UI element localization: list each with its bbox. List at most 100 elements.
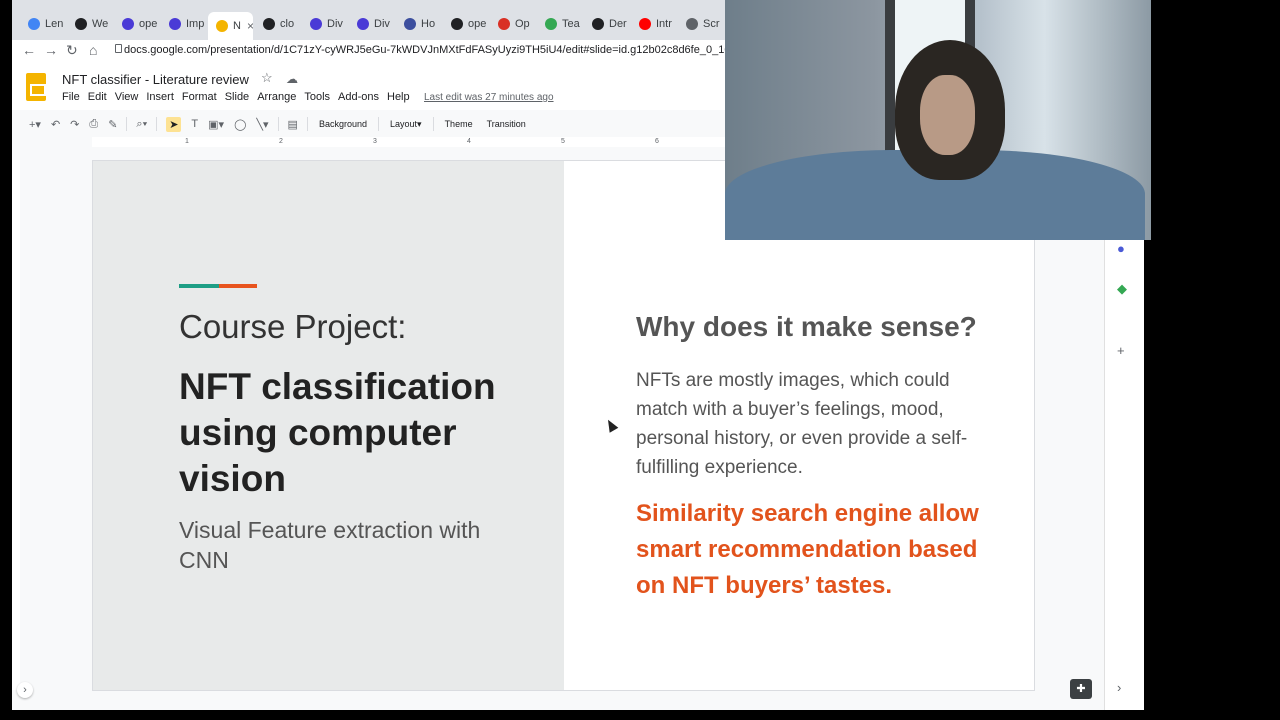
- tab-favicon-icon: [592, 18, 604, 30]
- chevron-right-icon[interactable]: ›: [1117, 680, 1121, 695]
- layout-button[interactable]: Layout▾: [390, 119, 422, 130]
- tab-label: Der: [609, 18, 627, 30]
- maps-icon[interactable]: ◆: [1117, 281, 1127, 297]
- star-icon[interactable]: ☆: [261, 70, 273, 86]
- theme-button[interactable]: Theme: [445, 119, 473, 129]
- slide-title[interactable]: NFT classification using computer vision: [179, 364, 529, 502]
- accent-bar: [179, 284, 257, 288]
- menu-item-view[interactable]: View: [115, 91, 139, 103]
- zoom-icon[interactable]: ⌕▾: [136, 118, 147, 131]
- tab-favicon-icon: [169, 18, 181, 30]
- tab-favicon-icon: [404, 18, 416, 30]
- line-icon[interactable]: ╲▾: [256, 118, 268, 131]
- menu-item-tools[interactable]: Tools: [304, 91, 330, 103]
- browser-tab[interactable]: Imp: [161, 13, 206, 35]
- tab-favicon-icon: [357, 18, 369, 30]
- tab-favicon-icon: [122, 18, 134, 30]
- toolbar-divider: [378, 117, 379, 131]
- browser-tab[interactable]: ope: [443, 13, 488, 35]
- reload-icon[interactable]: ↻: [66, 41, 78, 59]
- browser-tab[interactable]: ope: [114, 13, 159, 35]
- tab-label: Scr: [703, 18, 720, 30]
- tab-label: Ho: [421, 18, 436, 30]
- ruler-number: 4: [467, 138, 471, 145]
- browser-tab[interactable]: Tea: [537, 13, 582, 35]
- tab-label: Intr: [656, 18, 672, 30]
- explore-icon[interactable]: ✚: [1070, 679, 1092, 699]
- close-tab-icon[interactable]: ×: [247, 19, 253, 33]
- filmstrip-toggle-icon[interactable]: ›: [17, 682, 33, 698]
- forward-icon[interactable]: →: [44, 41, 58, 59]
- new-slide-icon[interactable]: +▾: [29, 118, 41, 131]
- menu-item-slide[interactable]: Slide: [225, 91, 249, 103]
- comment-icon[interactable]: ▤: [288, 118, 298, 131]
- menu-item-add-ons[interactable]: Add-ons: [338, 91, 379, 103]
- body-text[interactable]: NFTs are mostly images, which could matc…: [636, 366, 996, 482]
- add-addon-icon[interactable]: +: [1117, 343, 1125, 358]
- background-button[interactable]: Background: [319, 119, 367, 129]
- toolbar-divider: [156, 117, 158, 131]
- image-icon[interactable]: ▣▾: [208, 118, 224, 131]
- home-icon[interactable]: ⌂: [89, 41, 97, 59]
- contacts-icon[interactable]: ●: [1117, 241, 1125, 256]
- layout-label: Layout: [390, 118, 418, 129]
- ruler-number: 2: [279, 138, 283, 145]
- browser-tab[interactable]: We: [67, 13, 112, 35]
- menu-item-format[interactable]: Format: [182, 91, 217, 103]
- toolbar-divider: [306, 117, 308, 131]
- text-box-icon[interactable]: T: [191, 118, 198, 130]
- vertical-ruler[interactable]: [12, 160, 20, 690]
- mouse-cursor-icon: [603, 417, 619, 433]
- slide-subtitle[interactable]: Visual Feature extraction with CNN: [179, 515, 499, 575]
- slides-logo-icon[interactable]: [26, 73, 46, 101]
- browser-tab[interactable]: Der: [584, 13, 629, 35]
- undo-icon[interactable]: ↶: [51, 118, 60, 131]
- document-title[interactable]: NFT classifier - Literature review: [62, 72, 249, 87]
- browser-tab[interactable]: Intr: [631, 13, 676, 35]
- menu-item-help[interactable]: Help: [387, 91, 410, 103]
- ruler-number: 3: [373, 138, 377, 145]
- tab-favicon-icon: [75, 18, 87, 30]
- menu-item-edit[interactable]: Edit: [88, 91, 107, 103]
- browser-tab[interactable]: Ho: [396, 13, 441, 35]
- webcam-person-face: [920, 75, 975, 155]
- tab-label: Len: [45, 18, 64, 30]
- ruler-number: 6: [655, 138, 659, 145]
- browser-tab[interactable]: Div: [349, 13, 394, 35]
- last-edit-link[interactable]: Last edit was 27 minutes ago: [424, 92, 554, 103]
- menu-item-arrange[interactable]: Arrange: [257, 91, 296, 103]
- menu-bar: File Edit View Insert Format Slide Arrange Tool…: [62, 91, 418, 103]
- tab-label: ope: [468, 18, 487, 30]
- why-heading[interactable]: Why does it make sense?: [636, 311, 977, 343]
- paint-format-icon[interactable]: ✎: [108, 118, 117, 131]
- address-bar[interactable]: docs.google.com/presentation/d/1C71zY-cy…: [124, 42, 737, 58]
- browser-tab[interactable]: Len: [20, 13, 65, 35]
- tab-favicon-icon: [310, 18, 322, 30]
- back-icon[interactable]: ←: [22, 41, 36, 59]
- shape-icon[interactable]: ◯: [234, 118, 246, 131]
- cloud-status-icon[interactable]: ☁: [286, 72, 298, 86]
- tab-label: N: [233, 20, 241, 32]
- print-icon[interactable]: ⎙: [89, 118, 98, 131]
- redo-icon[interactable]: ↷: [70, 118, 79, 131]
- course-label[interactable]: Course Project:: [179, 308, 406, 346]
- tab-favicon-icon: [686, 18, 698, 30]
- browser-tab[interactable]: clo: [255, 13, 300, 35]
- browser-tab[interactable]: Op: [490, 13, 535, 35]
- tab-favicon-icon: [263, 18, 275, 30]
- toolbar-divider: [277, 117, 279, 131]
- browser-tab[interactable]: N ×: [208, 12, 253, 40]
- tab-label: Div: [374, 18, 390, 30]
- tab-label: Div: [327, 18, 343, 30]
- menu-item-insert[interactable]: Insert: [146, 91, 174, 103]
- tab-favicon-icon: [451, 18, 463, 30]
- highlight-text[interactable]: Similarity search engine allow smart rec…: [636, 496, 1006, 604]
- toolbar-divider: [126, 117, 128, 131]
- browser-tab[interactable]: Div: [302, 13, 347, 35]
- tab-favicon-icon: [545, 18, 557, 30]
- menu-item-file[interactable]: File: [62, 91, 80, 103]
- tab-label: Op: [515, 18, 530, 30]
- select-cursor-icon[interactable]: ➤: [166, 116, 182, 132]
- browser-tab[interactable]: Scr: [678, 13, 723, 35]
- transition-button[interactable]: Transition: [487, 119, 526, 129]
